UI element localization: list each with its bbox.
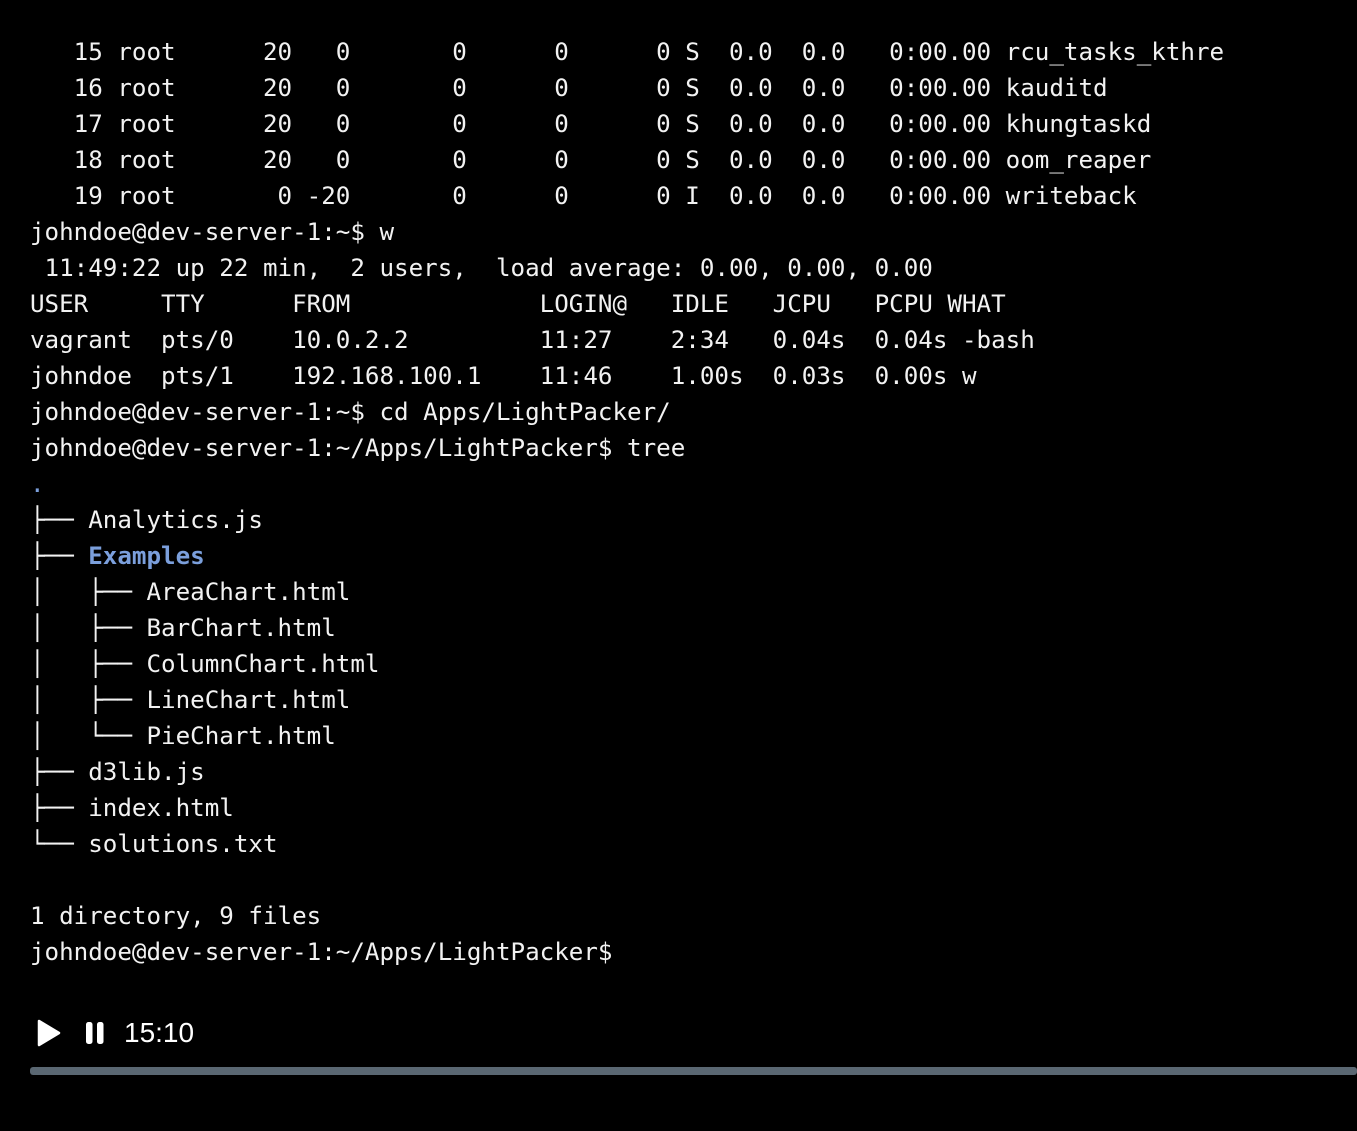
tree-entry: └── solutions.txt bbox=[30, 830, 278, 858]
terminal-prompt: johndoe@dev-server-1:~/Apps/LightPacker$ bbox=[30, 938, 613, 966]
tree-summary: 1 directory, 9 files bbox=[30, 902, 322, 930]
playback-timestamp: 15:10 bbox=[124, 1017, 195, 1048]
terminal-line: 16 root 20 0 0 0 0 S 0.0 0.0 0:00.00 kau… bbox=[30, 74, 1108, 102]
tree-entry-directory: ├── Examples bbox=[30, 542, 205, 570]
tree-entry: │ ├── BarChart.html bbox=[30, 614, 336, 642]
tree-entry: ├── d3lib.js bbox=[30, 758, 205, 786]
terminal-line: USER TTY FROM LOGIN@ IDLE JCPU PCPU WHAT bbox=[30, 290, 1006, 318]
tree-entry: │ ├── AreaChart.html bbox=[30, 578, 351, 606]
tree-entry: ├── Analytics.js bbox=[30, 506, 263, 534]
terminal-line: johndoe pts/1 192.168.100.1 11:46 1.00s … bbox=[30, 362, 977, 390]
terminal-line: johndoe@dev-server-1:~$ w bbox=[30, 218, 395, 246]
terminal-line: 18 root 20 0 0 0 0 S 0.0 0.0 0:00.00 oom… bbox=[30, 146, 1152, 174]
terminal-line: 15 root 20 0 0 0 0 S 0.0 0.0 0:00.00 rcu… bbox=[30, 38, 1225, 66]
player-controls: 15:10 bbox=[36, 1014, 194, 1052]
terminal-line: johndoe@dev-server-1:~/Apps/LightPacker$… bbox=[30, 434, 686, 462]
play-button[interactable] bbox=[36, 1014, 64, 1052]
pause-icon bbox=[86, 1022, 104, 1044]
terminal-output[interactable]: 15 root 20 0 0 0 0 S 0.0 0.0 0:00.00 rcu… bbox=[30, 34, 1350, 970]
tree-entry: ├── index.html bbox=[30, 794, 234, 822]
terminal-line: vagrant pts/0 10.0.2.2 11:27 2:34 0.04s … bbox=[30, 326, 1035, 354]
progress-bar[interactable] bbox=[30, 1067, 1357, 1075]
tree-root: . bbox=[30, 470, 45, 498]
pause-button[interactable] bbox=[84, 1014, 112, 1052]
tree-entry: │ ├── ColumnChart.html bbox=[30, 650, 380, 678]
terminal-line: 11:49:22 up 22 min, 2 users, load averag… bbox=[30, 254, 933, 282]
play-icon bbox=[37, 1019, 61, 1047]
terminal-line: 17 root 20 0 0 0 0 S 0.0 0.0 0:00.00 khu… bbox=[30, 110, 1152, 138]
terminal-line: johndoe@dev-server-1:~$ cd Apps/LightPac… bbox=[30, 398, 671, 426]
terminal-line: 19 root 0 -20 0 0 0 I 0.0 0.0 0:00.00 wr… bbox=[30, 182, 1137, 210]
tree-entry: │ ├── LineChart.html bbox=[30, 686, 351, 714]
tree-entry: │ └── PieChart.html bbox=[30, 722, 336, 750]
